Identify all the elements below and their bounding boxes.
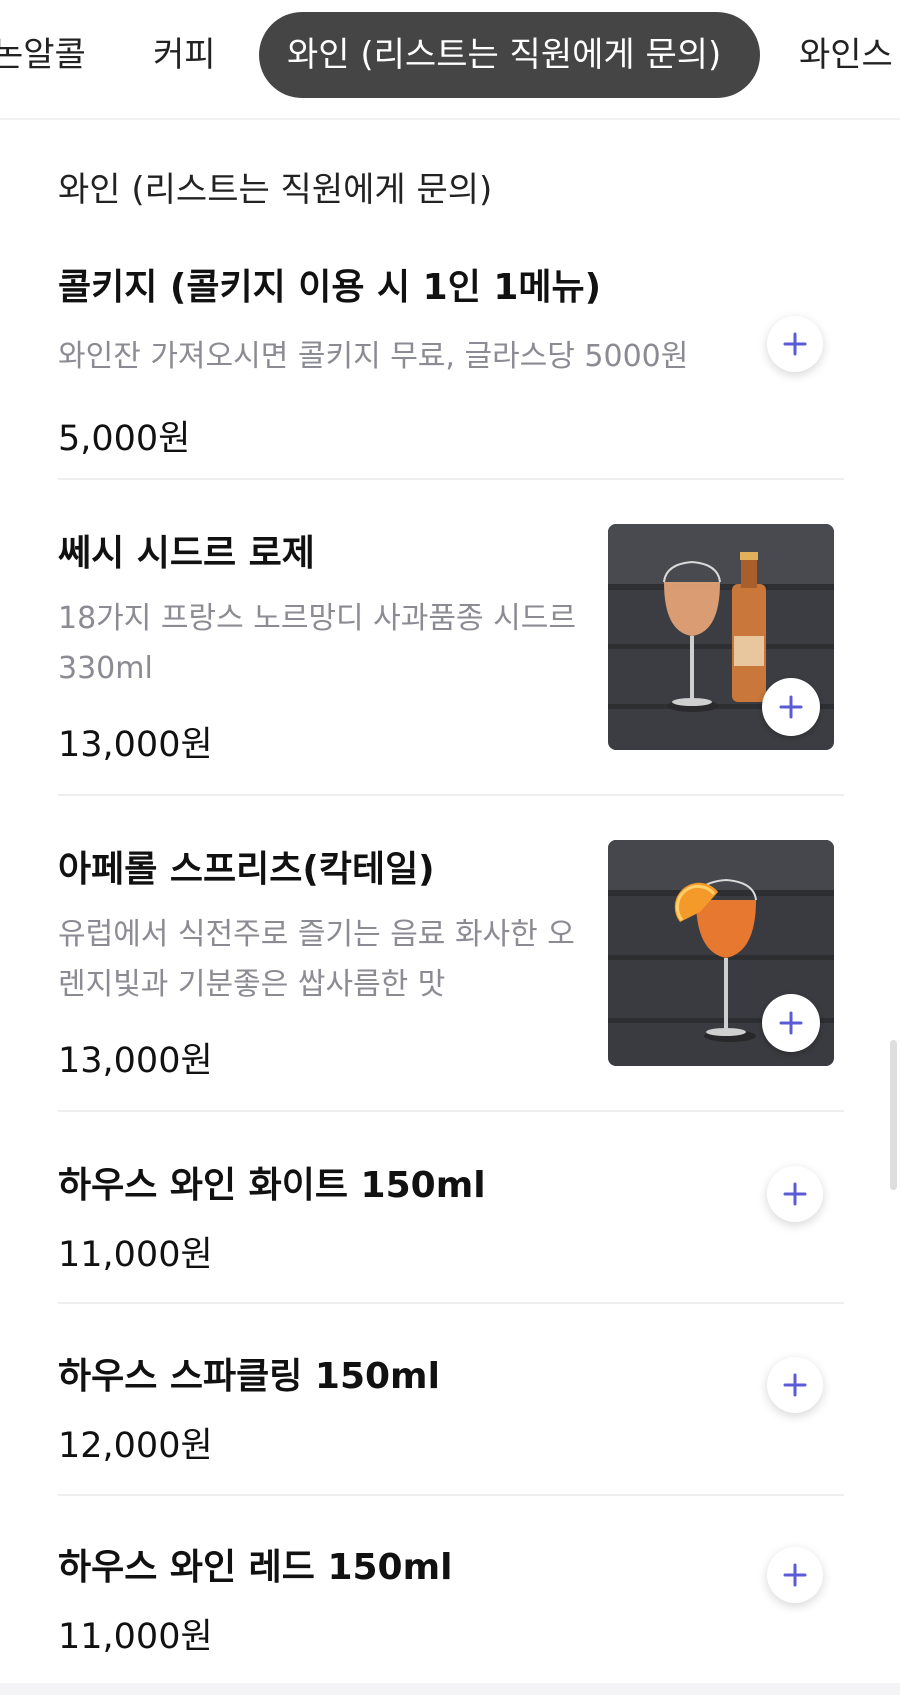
item-name: 하우스 스파클링 150ml [58, 1356, 440, 1397]
category-tab-bar: 논알콜 커피 와인 (리스트는 직원에게 문의) 와인스 [0, 0, 900, 120]
item-price: 11,000원 [58, 1235, 213, 1275]
divider [58, 1110, 844, 1112]
menu-item[interactable]: 하우스 와인 화이트 150ml 11,000원 [58, 1156, 844, 1277]
item-photo-rose-cider[interactable] [608, 524, 834, 750]
divider [58, 1494, 844, 1496]
item-name: 하우스 와인 화이트 150ml [58, 1165, 486, 1206]
add-button[interactable] [767, 316, 823, 372]
divider [58, 794, 844, 796]
item-photo-aperol-spritz[interactable] [608, 840, 834, 1066]
section-title: 와인 (리스트는 직원에게 문의) [58, 170, 493, 210]
item-price: 5,000원 [58, 419, 191, 459]
item-name: 콜키지 (콜키지 이용 시 1인 1메뉴) [58, 267, 602, 308]
tab-non-alcohol[interactable]: 논알콜 [0, 12, 86, 98]
item-name: 하우스 와인 레드 150ml [58, 1547, 453, 1588]
item-description: 와인잔 가져오시면 콜키지 무료, 글라스당 5000원 [58, 339, 689, 374]
item-price: 12,000원 [58, 1426, 213, 1466]
plus-icon [783, 1373, 807, 1397]
add-button[interactable] [767, 1166, 823, 1222]
menu-item[interactable]: 하우스 스파클링 150ml 12,000원 [58, 1347, 844, 1468]
menu-item[interactable]: 콜키지 (콜키지 이용 시 1인 1메뉴) 와인잔 가져오시면 콜키지 무료, … [58, 258, 844, 461]
plus-icon [779, 1011, 803, 1035]
plus-icon [783, 332, 807, 356]
add-button[interactable] [767, 1547, 823, 1603]
plus-icon [779, 695, 803, 719]
add-button[interactable] [762, 678, 820, 736]
scrollbar[interactable] [890, 1040, 897, 1190]
menu-item[interactable]: 하우스 와인 레드 150ml 11,000원 [58, 1538, 844, 1659]
bottom-bar-edge [0, 1683, 900, 1695]
tab-coffee[interactable]: 커피 [153, 12, 216, 98]
tab-wine-s[interactable]: 와인스 [799, 12, 893, 98]
plus-icon [783, 1182, 807, 1206]
plus-icon [783, 1563, 807, 1587]
tab-wine[interactable]: 와인 (리스트는 직원에게 문의) [259, 12, 760, 98]
divider [58, 478, 844, 480]
divider [58, 1302, 844, 1304]
item-price: 11,000원 [58, 1617, 213, 1657]
add-button[interactable] [762, 994, 820, 1052]
add-button[interactable] [767, 1357, 823, 1413]
